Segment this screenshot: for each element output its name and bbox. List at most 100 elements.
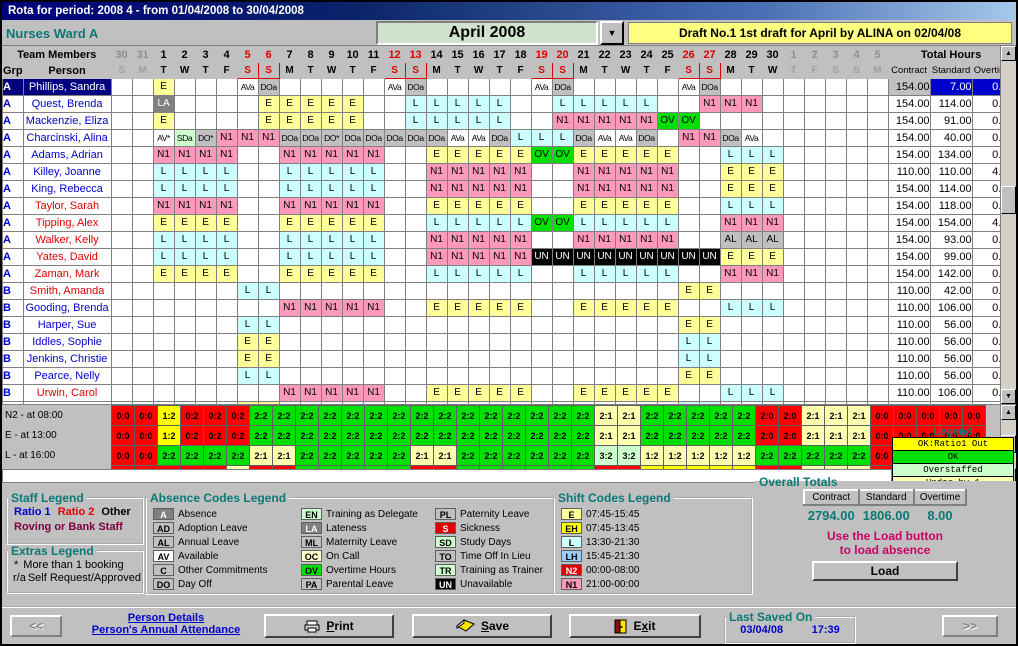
summary-cell[interactable]: 1:2 [733, 446, 756, 466]
shift-cell[interactable]: N1 [447, 164, 468, 181]
shift-cell[interactable]: E [720, 181, 741, 198]
summary-cell[interactable]: 1:2 [641, 446, 664, 466]
summary-cell[interactable]: 0:2 [227, 426, 250, 446]
shift-cell[interactable]: E [594, 300, 615, 317]
shift-cell[interactable]: L [300, 249, 321, 266]
shift-cell[interactable]: E [321, 96, 342, 113]
shift-cell[interactable]: L [216, 249, 237, 266]
shift-cell[interactable]: L [720, 198, 741, 215]
shift-cell[interactable]: E [489, 385, 510, 402]
shift-cell[interactable] [678, 147, 699, 164]
shift-cell[interactable] [804, 317, 825, 334]
shift-cell[interactable]: L [678, 334, 699, 351]
summary-cell[interactable]: 2:2 [733, 426, 756, 446]
shift-cell[interactable] [846, 164, 867, 181]
shift-cell[interactable]: N1 [216, 198, 237, 215]
shift-cell[interactable] [825, 232, 846, 249]
shift-cell[interactable]: AVa [615, 130, 636, 147]
summary-cell[interactable]: 2:2 [250, 406, 273, 426]
shift-cell[interactable] [300, 79, 321, 96]
shift-cell[interactable] [111, 249, 132, 266]
shift-cell[interactable]: L [237, 283, 258, 300]
shift-cell[interactable] [237, 385, 258, 402]
shift-cell[interactable]: L [363, 232, 384, 249]
shift-cell[interactable]: L [321, 181, 342, 198]
shift-cell[interactable]: E [363, 266, 384, 283]
shift-cell[interactable] [279, 283, 300, 300]
shift-cell[interactable]: L [342, 232, 363, 249]
shift-cell[interactable] [531, 96, 552, 113]
shift-cell[interactable] [237, 215, 258, 232]
shift-cell[interactable] [825, 79, 846, 96]
shift-cell[interactable] [762, 317, 783, 334]
shift-cell[interactable]: E [489, 147, 510, 164]
shift-cell[interactable] [321, 283, 342, 300]
shift-cell[interactable]: N1 [741, 215, 762, 232]
shift-cell[interactable] [195, 113, 216, 130]
summary-cell[interactable]: 2:2 [503, 426, 526, 446]
shift-cell[interactable]: E [447, 300, 468, 317]
shift-cell[interactable] [825, 368, 846, 385]
shift-cell[interactable]: E [762, 164, 783, 181]
row-person-name[interactable]: Gooding, Brenda [23, 300, 111, 317]
shift-cell[interactable]: AV* [153, 130, 174, 147]
shift-cell[interactable]: N1 [573, 113, 594, 130]
shift-cell[interactable] [468, 317, 489, 334]
summary-cell[interactable]: 2:2 [664, 426, 687, 446]
shift-cell[interactable]: L [258, 283, 279, 300]
row-person-name[interactable]: Pearce, Nelly [23, 368, 111, 385]
shift-cell[interactable] [720, 79, 741, 96]
summary-cell[interactable]: 0:2 [181, 426, 204, 446]
shift-cell[interactable]: L [342, 164, 363, 181]
shift-cell[interactable] [531, 266, 552, 283]
shift-cell[interactable] [321, 351, 342, 368]
shift-cell[interactable] [447, 79, 468, 96]
shift-cell[interactable] [573, 368, 594, 385]
shift-cell[interactable] [846, 147, 867, 164]
shift-cell[interactable] [195, 351, 216, 368]
shift-cell[interactable]: N1 [615, 181, 636, 198]
shift-cell[interactable] [720, 334, 741, 351]
shift-cell[interactable]: E [636, 385, 657, 402]
table-row[interactable]: BGooding, BrendaN1N1N1N1N1EEEEEEEEEELLL1… [3, 300, 1015, 317]
summary-cell[interactable]: 2:2 [388, 426, 411, 446]
summary-cell[interactable]: 1:2 [158, 406, 181, 426]
shift-cell[interactable] [615, 79, 636, 96]
shift-cell[interactable] [342, 79, 363, 96]
person-annual-attendance-link[interactable]: Person's Annual Attendance [80, 624, 252, 636]
shift-cell[interactable] [111, 334, 132, 351]
shift-cell[interactable] [132, 385, 153, 402]
shift-cell[interactable] [447, 334, 468, 351]
summary-cell[interactable]: 2:2 [457, 446, 480, 466]
shift-cell[interactable] [804, 385, 825, 402]
shift-cell[interactable]: E [279, 113, 300, 130]
shift-cell[interactable] [174, 300, 195, 317]
shift-cell[interactable] [384, 113, 405, 130]
shift-cell[interactable]: L [405, 96, 426, 113]
shift-cell[interactable] [846, 317, 867, 334]
shift-cell[interactable]: AL [762, 232, 783, 249]
shift-cell[interactable] [720, 351, 741, 368]
shift-cell[interactable]: N1 [636, 232, 657, 249]
shift-cell[interactable] [447, 317, 468, 334]
shift-cell[interactable]: L [321, 232, 342, 249]
shift-cell[interactable] [195, 334, 216, 351]
shift-cell[interactable] [783, 215, 804, 232]
shift-cell[interactable]: N1 [153, 198, 174, 215]
shift-cell[interactable] [447, 368, 468, 385]
summary-cell[interactable]: 1:2 [158, 426, 181, 446]
shift-cell[interactable] [615, 317, 636, 334]
shift-cell[interactable]: L [447, 266, 468, 283]
shift-cell[interactable]: OV [531, 215, 552, 232]
shift-cell[interactable] [846, 181, 867, 198]
shift-cell[interactable]: DOa [552, 79, 573, 96]
summary-cell[interactable]: 2:2 [250, 426, 273, 446]
shift-cell[interactable] [804, 215, 825, 232]
shift-cell[interactable] [111, 164, 132, 181]
shift-cell[interactable]: N1 [342, 300, 363, 317]
summary-cell[interactable]: 1:2 [664, 446, 687, 466]
shift-cell[interactable]: E [300, 113, 321, 130]
shift-cell[interactable] [594, 79, 615, 96]
shift-cell[interactable] [468, 368, 489, 385]
shift-cell[interactable] [468, 283, 489, 300]
